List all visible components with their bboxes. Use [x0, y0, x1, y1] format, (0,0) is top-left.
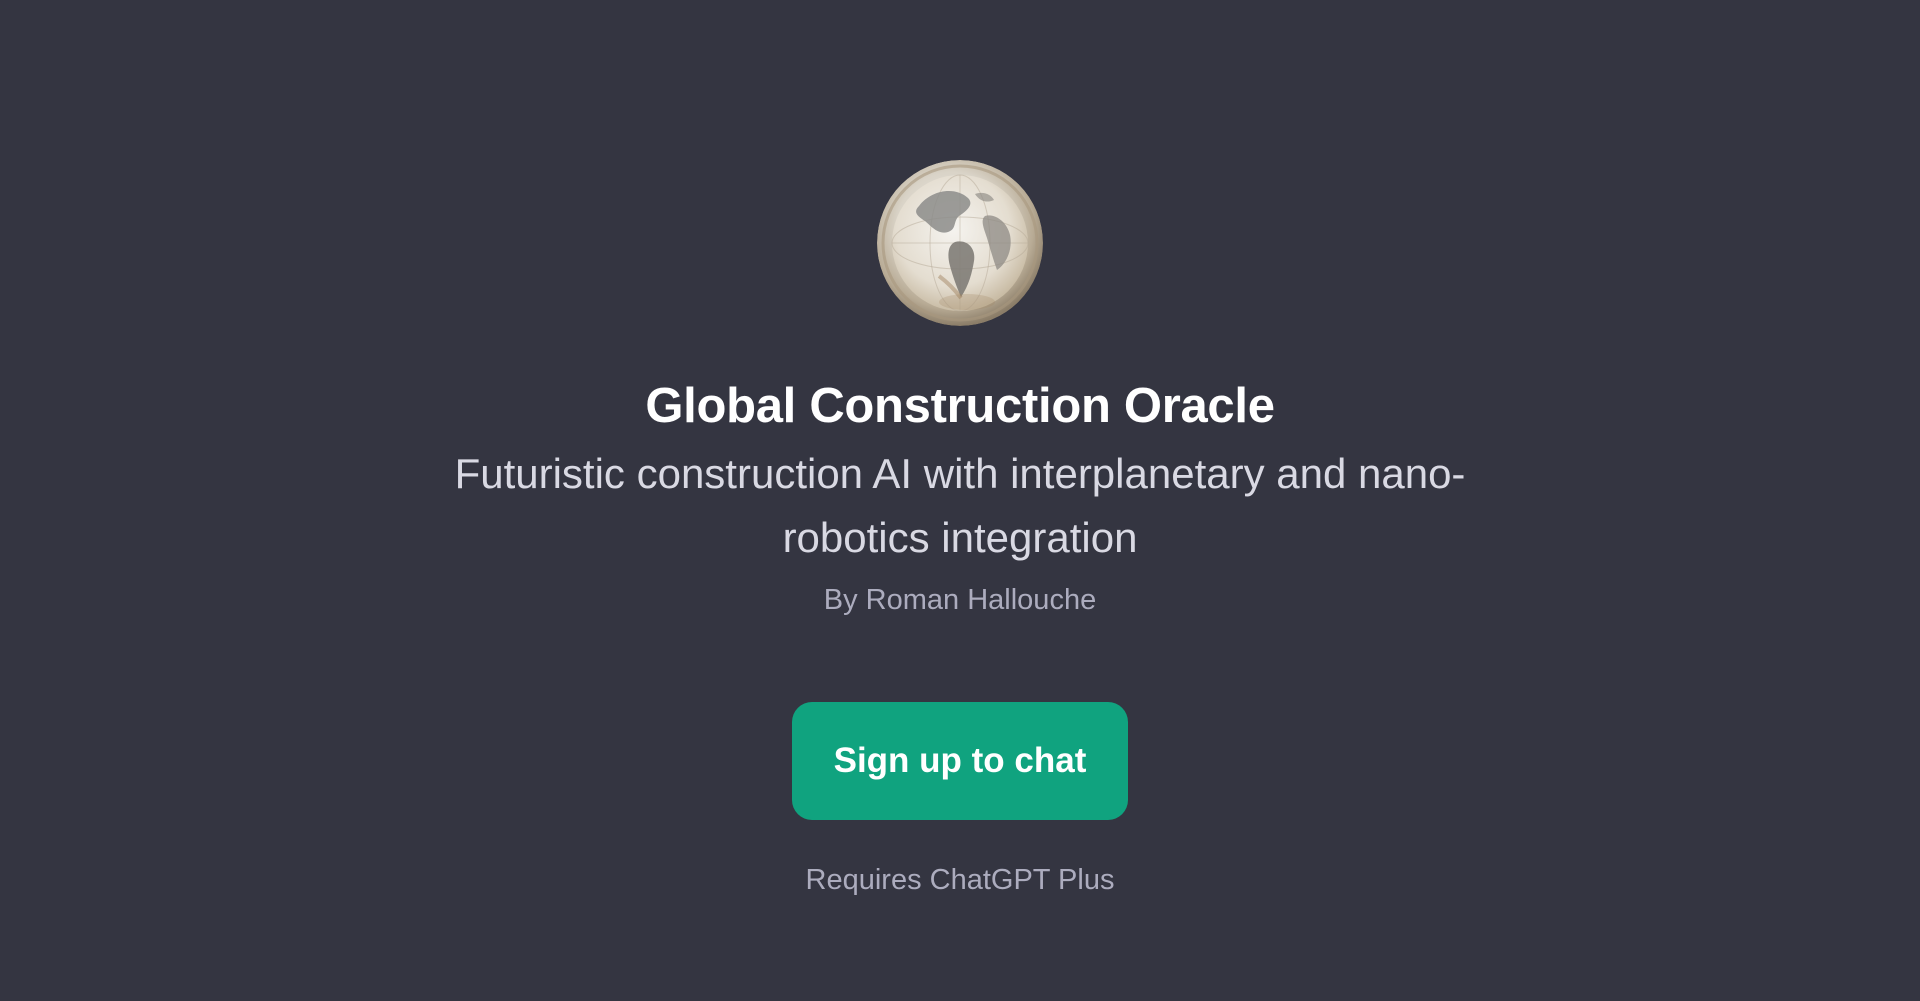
globe-avatar-icon: [877, 160, 1043, 326]
gpt-author: By Roman Hallouche: [823, 584, 1097, 616]
gpt-title: Global Construction Oracle: [645, 379, 1275, 433]
gpt-landing-page: Global Construction Oracle Futuristic co…: [0, 0, 1920, 1001]
gpt-profile: Global Construction Oracle Futuristic co…: [0, 160, 1920, 898]
gpt-description: Futuristic construction AI with interpla…: [454, 450, 1466, 561]
sign-up-to-chat-button[interactable]: Sign up to chat: [792, 702, 1128, 820]
plan-requirement: Requires ChatGPT Plus: [805, 864, 1115, 896]
